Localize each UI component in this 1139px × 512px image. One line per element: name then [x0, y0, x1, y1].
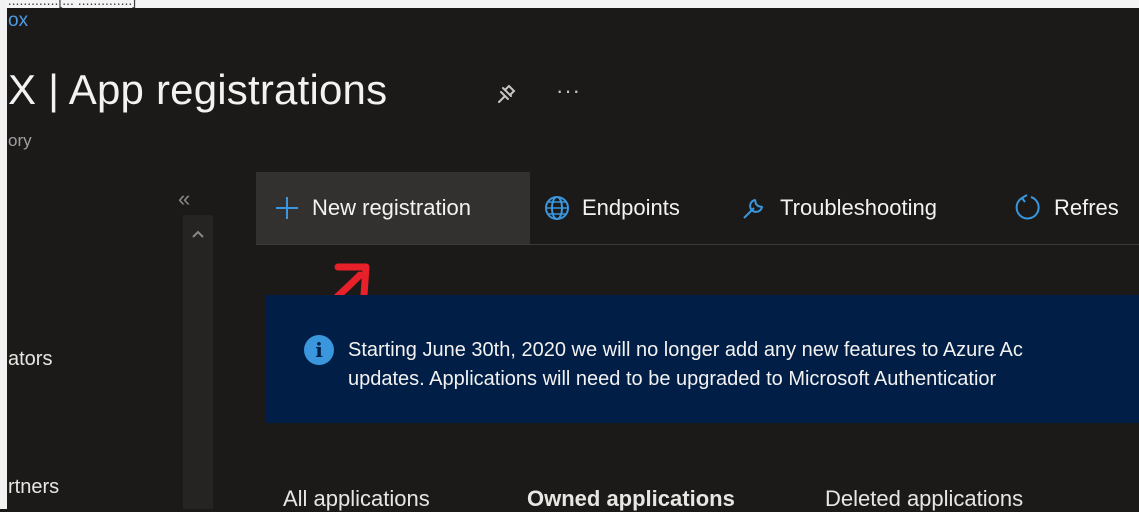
page-title: X | App registrations: [8, 66, 388, 113]
sidebar-item-administrators[interactable]: ators: [8, 348, 52, 371]
globe-icon: [545, 196, 569, 220]
command-bar: New registration Endpoints Troubleshooti…: [256, 172, 1139, 245]
refresh-button[interactable]: Refres: [1012, 172, 1119, 244]
new-registration-label: New registration: [312, 195, 471, 220]
breadcrumb[interactable]: ox: [8, 10, 28, 32]
banner-line-2: updates. Applications will need to be up…: [348, 368, 997, 390]
tab-all-applications[interactable]: All applications: [283, 486, 430, 512]
collapse-sidebar-icon[interactable]: «: [178, 186, 190, 212]
tab-owned-applications[interactable]: Owned applications: [527, 486, 735, 512]
top-strip: ...............[... ..............]: [0, 0, 1139, 8]
chevron-up-icon[interactable]: [190, 226, 206, 242]
page-subtitle: ory: [8, 131, 32, 150]
sidebar-scrollbar[interactable]: [183, 215, 213, 509]
refresh-label: Refres: [1054, 195, 1119, 220]
top-strip-text: ...............[... ..............]: [0, 0, 137, 8]
troubleshooting-label: Troubleshooting: [780, 195, 937, 220]
new-registration-button[interactable]: New registration: [256, 172, 530, 244]
info-icon: i: [304, 335, 334, 365]
banner-message: Starting June 30th, 2020 we will no long…: [348, 336, 1023, 394]
pin-icon[interactable]: [490, 82, 518, 108]
banner-line-1: Starting June 30th, 2020 we will no long…: [348, 339, 1023, 361]
plus-icon: [276, 197, 298, 219]
more-options-icon[interactable]: ···: [556, 78, 581, 104]
troubleshooting-button[interactable]: Troubleshooting: [740, 172, 937, 244]
endpoints-button[interactable]: Endpoints: [544, 172, 680, 244]
endpoints-label: Endpoints: [582, 195, 680, 220]
refresh-icon: [1015, 194, 1040, 220]
sidebar-item-partners[interactable]: rtners: [8, 476, 59, 499]
tab-deleted-applications[interactable]: Deleted applications: [825, 486, 1023, 512]
left-edge: [0, 0, 7, 509]
wrench-icon: [743, 199, 763, 219]
